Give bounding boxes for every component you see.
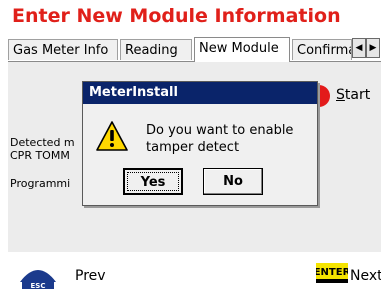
- chevron-right-icon: ▶: [369, 43, 377, 53]
- start-label-rest: tart: [344, 87, 371, 103]
- tab-gas-meter-info[interactable]: Gas Meter Info: [8, 39, 118, 60]
- dialog-title: MeterInstall: [83, 82, 317, 104]
- tab-reading[interactable]: Reading: [120, 39, 192, 60]
- detected-text: Detected m: [10, 136, 75, 149]
- tab-confirmation[interactable]: Confirma: [292, 39, 352, 60]
- prev-button[interactable]: Prev: [75, 268, 106, 284]
- esc-icon-text: ESC: [31, 282, 46, 290]
- page-title: Enter New Module Information: [12, 5, 341, 27]
- enter-icon-text: ENTER: [316, 267, 348, 278]
- enter-key-icon[interactable]: ENTER: [316, 263, 348, 285]
- start-button[interactable]: Start: [336, 87, 370, 103]
- esc-key-icon[interactable]: ESC: [18, 262, 58, 290]
- tab-strip: Gas Meter Info Reading New Module Confir…: [8, 37, 381, 62]
- footer-bar: ESC Prev ENTER Next: [0, 252, 381, 290]
- dialog-message-line2: tamper detect: [146, 140, 240, 155]
- programming-text: Programmi: [10, 177, 71, 190]
- dialog-message-line1: Do you want to enable: [146, 123, 294, 138]
- tab-scroll-left-button[interactable]: ◀: [352, 38, 366, 58]
- next-button[interactable]: Next: [350, 268, 381, 284]
- yes-button[interactable]: Yes: [123, 168, 183, 195]
- cpr-text: CPR TOMM: [10, 149, 70, 162]
- tab-scroll-right-button[interactable]: ▶: [366, 38, 380, 58]
- dialog-message: Do you want to enable tamper detect: [146, 122, 293, 156]
- meterinstall-dialog: MeterInstall Do you want to enable tampe…: [82, 81, 318, 206]
- tab-new-module[interactable]: New Module: [194, 37, 290, 62]
- warning-icon: [96, 121, 128, 151]
- start-mnemonic: S: [336, 87, 345, 103]
- no-button[interactable]: No: [203, 168, 263, 195]
- chevron-left-icon: ◀: [355, 43, 363, 53]
